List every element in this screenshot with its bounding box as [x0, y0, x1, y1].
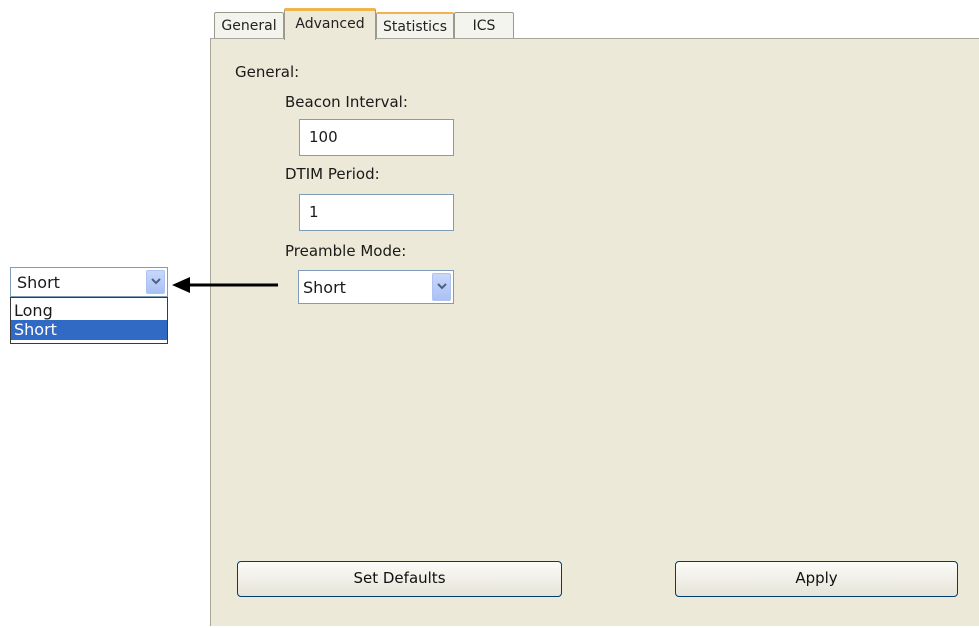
preamble-mode-callout-select[interactable]: Short	[10, 267, 168, 297]
tab-ics-label: ICS	[472, 18, 496, 34]
set-defaults-label: Set Defaults	[353, 569, 446, 587]
dtim-period-input[interactable]: 1	[299, 194, 454, 231]
beacon-interval-input[interactable]: 100	[299, 119, 454, 156]
apply-label: Apply	[795, 569, 838, 587]
arrow-left-icon	[172, 277, 278, 293]
chevron-down-icon	[437, 283, 447, 290]
beacon-interval-value: 100	[309, 128, 338, 146]
apply-button[interactable]: Apply	[675, 561, 958, 597]
tab-ics[interactable]: ICS	[454, 12, 514, 39]
callout-selected-value: Short	[17, 273, 60, 292]
preamble-mode-label: Preamble Mode:	[285, 242, 407, 260]
callout-dropdown-button[interactable]	[146, 270, 165, 294]
advanced-panel: General: Beacon Interval: 100 DTIM Perio…	[210, 38, 979, 626]
tab-general-label: General	[221, 18, 277, 34]
dtim-period-label: DTIM Period:	[285, 165, 380, 183]
preamble-mode-dropdown-button[interactable]	[432, 273, 451, 301]
tab-advanced[interactable]: Advanced	[284, 8, 376, 40]
dtim-period-value: 1	[309, 203, 319, 221]
tab-advanced-label: Advanced	[295, 16, 365, 32]
preamble-mode-options-list: Long Short	[10, 297, 168, 344]
option-short[interactable]: Short	[11, 320, 167, 340]
chevron-down-icon	[151, 278, 161, 285]
beacon-interval-label: Beacon Interval:	[285, 93, 408, 111]
option-long[interactable]: Long	[11, 301, 167, 320]
tab-statistics[interactable]: Statistics	[376, 12, 454, 39]
tab-statistics-label: Statistics	[383, 19, 447, 35]
preamble-mode-value: Short	[303, 278, 346, 297]
tab-general[interactable]: General	[214, 12, 284, 39]
preamble-mode-select[interactable]: Short	[298, 270, 454, 304]
set-defaults-button[interactable]: Set Defaults	[237, 561, 562, 597]
general-group-label: General:	[235, 63, 300, 81]
